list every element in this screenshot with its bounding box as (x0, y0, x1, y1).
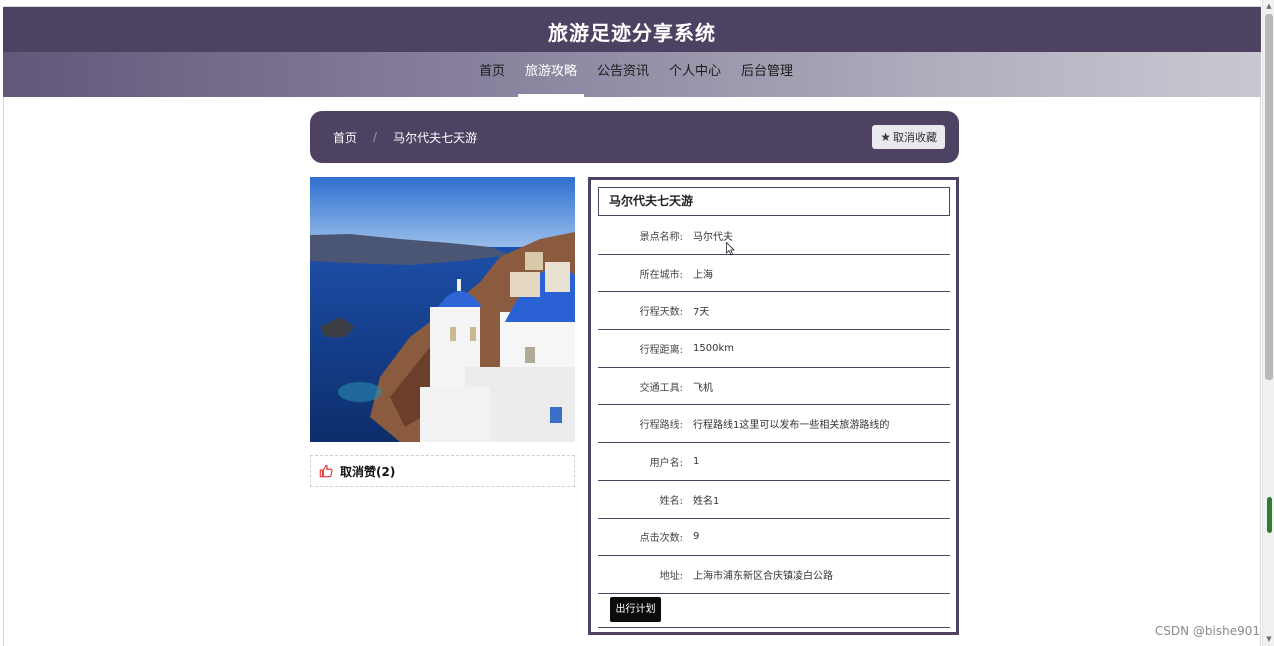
row-label: 地址: (659, 571, 683, 583)
detail-row-username: 用户名: 1 (598, 443, 950, 481)
row-value: 姓名1 (693, 495, 720, 507)
row-value: 飞机 (693, 382, 713, 394)
row-value: 9 (693, 531, 700, 543)
row-label: 点击次数: (639, 533, 683, 545)
detail-row-city: 所在城市: 上海 (598, 255, 950, 293)
nav-item-announcements[interactable]: 公告资讯 (590, 52, 656, 97)
side-indicator (1267, 497, 1272, 533)
detail-row-scenic-spot: 景点名称: 马尔代夫 (598, 217, 950, 255)
unlike-button[interactable]: 取消赞(2) (310, 455, 575, 487)
travel-plan-button[interactable]: 出行计划 (610, 597, 661, 622)
row-value: 上海 (693, 269, 713, 281)
row-label: 景点名称: (639, 231, 683, 243)
breadcrumb: 首页 / 马尔代夫七天游 ★ 取消收藏 (310, 111, 959, 163)
row-value: 行程路线1这里可以发布一些相关旅游路线的 (693, 420, 890, 432)
row-value: 马尔代夫 (693, 231, 733, 243)
site-title: 旅游足迹分享系统 (548, 21, 716, 45)
detail-row-route: 行程路线: 行程路线1这里可以发布一些相关旅游路线的 (598, 405, 950, 444)
nav-item-home[interactable]: 首页 (472, 52, 512, 97)
nav-item-travel-guides[interactable]: 旅游攻略 (517, 52, 584, 97)
scrollbar-thumb[interactable] (1265, 14, 1273, 380)
breadcrumb-current: 马尔代夫七天游 (393, 130, 478, 145)
breadcrumb-home[interactable]: 首页 (333, 129, 357, 146)
star-icon: ★ (880, 130, 891, 144)
detail-row-distance: 行程距离: 1500km (598, 330, 950, 368)
row-value: 7天 (693, 307, 710, 319)
unfavorite-button[interactable]: ★ 取消收藏 (872, 125, 945, 149)
row-value: 1 (693, 455, 700, 467)
scroll-up-icon[interactable]: ▲ (1265, 2, 1273, 10)
vertical-scrollbar[interactable]: ▲ ▼ (1262, 0, 1274, 646)
row-value: 1500km (693, 342, 734, 354)
row-label: 行程天数: (639, 307, 683, 319)
detail-row-days: 行程天数: 7天 (598, 292, 950, 331)
detail-row-name: 姓名: 姓名1 (598, 481, 950, 519)
breadcrumb-separator: / (373, 130, 378, 144)
unlike-label: 取消赞(2) (340, 464, 396, 479)
row-label: 行程距离: (639, 344, 683, 356)
scroll-down-icon[interactable]: ▼ (1265, 635, 1273, 643)
row-value: 上海市浦东新区合庆镇凌白公路 (693, 571, 833, 583)
thumbs-up-icon (319, 464, 333, 478)
row-label: 用户名: (649, 457, 683, 469)
detail-title: 马尔代夫七天游 (598, 187, 950, 216)
row-label: 姓名: (659, 495, 683, 507)
row-label: 行程路线: (639, 420, 683, 432)
unfavorite-label: 取消收藏 (893, 131, 937, 144)
detail-row-address: 地址: 上海市浦东新区合庆镇凌白公路 (598, 556, 950, 594)
main-nav: 首页 旅游攻略 公告资讯 个人中心 后台管理 (3, 52, 1261, 97)
nav-item-personal-center[interactable]: 个人中心 (662, 52, 728, 97)
nav-item-admin[interactable]: 后台管理 (734, 52, 800, 97)
detail-row-transport: 交通工具: 飞机 (598, 368, 950, 406)
row-label: 所在城市: (639, 269, 683, 281)
mouse-cursor-icon (726, 242, 735, 256)
destination-photo (310, 177, 575, 442)
row-label: 交通工具: (639, 382, 683, 394)
detail-row-click-count: 点击次数: 9 (598, 519, 950, 557)
divider (598, 627, 950, 628)
detail-panel: 马尔代夫七天游 景点名称: 马尔代夫 所在城市: 上海 行程天数: 7天 行程距… (588, 177, 959, 635)
watermark: CSDN @bishe901 (1154, 624, 1260, 638)
site-header: 旅游足迹分享系统 (3, 7, 1261, 52)
